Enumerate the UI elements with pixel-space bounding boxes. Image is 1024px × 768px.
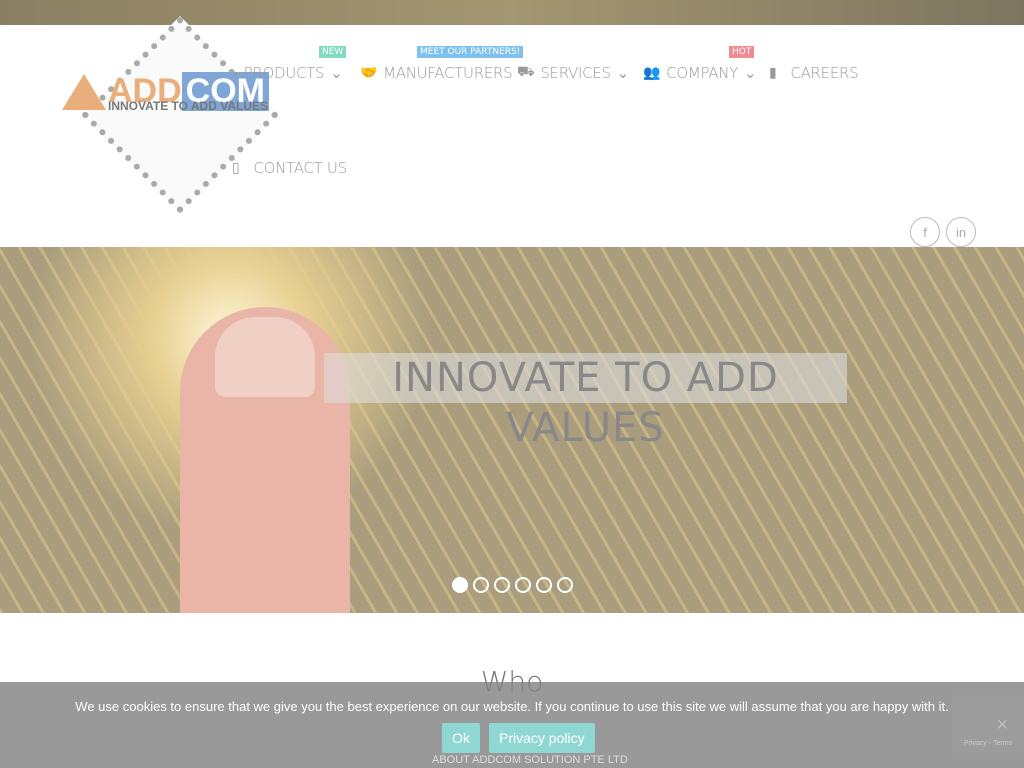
badge-partners: MEET OUR PARTNERS!	[417, 46, 524, 58]
badge-new: NEW	[319, 46, 347, 58]
truck-icon: ⛟	[517, 64, 535, 80]
logo-tagline: INNOVATE TO ADD VALUES	[108, 99, 269, 113]
chip-icon: ▪	[233, 65, 238, 82]
logo[interactable]: ADD COM INNOVATE TO ADD VALUES	[40, 16, 290, 240]
nav-label: CAREERS	[790, 64, 859, 82]
slide-dot-6[interactable]	[557, 577, 573, 593]
nav-careers[interactable]: ▮ CAREERS	[769, 64, 859, 82]
slide-dot-4[interactable]	[515, 577, 531, 593]
nav-label: PRODUCTS	[243, 64, 325, 82]
cookie-text: We use cookies to ensure that we give yo…	[75, 699, 949, 714]
users-icon: 👥	[643, 65, 661, 81]
cookie-ok-button[interactable]: Ok	[442, 723, 480, 753]
nav-label: MANUFACTURERS	[383, 64, 513, 82]
logo-diamond	[81, 16, 279, 214]
nav-label: CONTACT US	[253, 159, 347, 177]
recaptcha-badge[interactable]: Privacy - Terms	[952, 694, 1024, 754]
recaptcha-text: Privacy - Terms	[963, 740, 1013, 747]
hero-slider: INNOVATE TO ADD VALUES	[0, 247, 1024, 613]
chevron-down-icon: ⌄	[744, 64, 757, 82]
chevron-down-icon: ⌄	[330, 64, 343, 82]
slide-dot-2[interactable]	[473, 577, 489, 593]
linkedin-icon[interactable]: in	[946, 217, 976, 247]
hero-fingernail	[215, 317, 315, 397]
facebook-icon[interactable]: f	[910, 217, 940, 247]
slider-dots	[452, 577, 573, 593]
slide-dot-5[interactable]	[536, 577, 552, 593]
section-subtitle: ABOUT ADDCOM SOLUTION PTE LTD	[432, 754, 628, 766]
slide-dot-3[interactable]	[494, 577, 510, 593]
handshake-icon: 🤝	[360, 65, 378, 81]
privacy-policy-button[interactable]: Privacy policy	[489, 723, 595, 753]
mobile-icon: ▯	[232, 160, 240, 176]
tie-icon: ▮	[769, 65, 777, 81]
badge-hot: HOT	[729, 46, 755, 58]
nav-label: COMPANY	[666, 64, 738, 82]
logo-triangle-icon	[62, 73, 106, 110]
nav-label: SERVICES	[540, 64, 611, 82]
nav-products[interactable]: ▪ PRODUCTS ⌄	[233, 64, 343, 82]
slide-dot-1[interactable]	[452, 577, 468, 593]
hero-title: INNOVATE TO ADD VALUES	[324, 353, 847, 451]
nav-company[interactable]: 👥 COMPANY ⌄	[643, 64, 757, 82]
site-header: ADD COM INNOVATE TO ADD VALUES	[0, 16, 1024, 247]
nav-services[interactable]: ⛟ SERVICES ⌄	[517, 64, 629, 82]
nav-manufacturers[interactable]: 🤝 MANUFACTURERS	[360, 64, 513, 82]
chevron-down-icon: ⌄	[616, 64, 630, 82]
hero-top-strip	[0, 0, 1024, 25]
nav-contact[interactable]: ▯ CONTACT US	[232, 159, 347, 177]
